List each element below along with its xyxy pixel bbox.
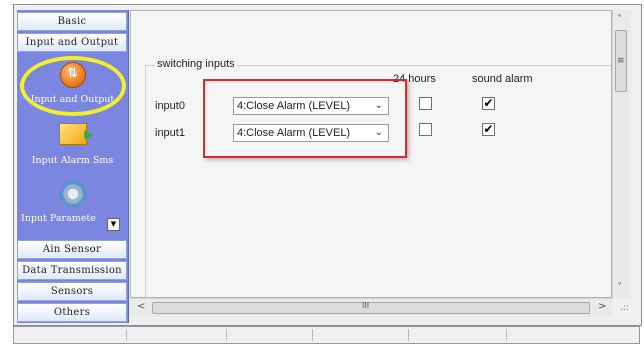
tab-input-and-output[interactable]: Input and Output	[17, 33, 127, 52]
tab-sensors[interactable]: Sensors	[17, 282, 127, 301]
status-divider	[312, 329, 313, 341]
scroll-up-icon[interactable]: ˄	[617, 14, 622, 25]
sidebar-item-label: Input Alarm Sms	[31, 155, 114, 166]
input1-24-hours-checkbox[interactable]	[419, 123, 432, 136]
highlight-ring-annotation	[20, 56, 126, 116]
input1-label: input1	[155, 127, 185, 139]
tab-data-transmission[interactable]: Data Transmission	[17, 261, 127, 280]
gear-icon	[59, 181, 86, 207]
scroll-thumb-grip-icon: ≡	[617, 56, 625, 66]
status-bar	[13, 326, 640, 344]
input1-sound-alarm-checkbox[interactable]: ✔	[482, 123, 495, 136]
horizontal-scroll-thumb[interactable]	[152, 302, 590, 314]
scroll-right-icon[interactable]: >	[598, 301, 606, 312]
input0-sound-alarm-checkbox[interactable]: ✔	[482, 97, 495, 110]
input0-label: input0	[155, 100, 185, 112]
tab-others[interactable]: Others	[17, 303, 127, 322]
status-divider	[506, 329, 507, 341]
column-header-sound-alarm: sound alarm	[472, 73, 533, 85]
status-divider	[126, 329, 127, 341]
status-divider	[408, 329, 409, 341]
status-divider	[226, 329, 227, 341]
sidebar-dropdown-button[interactable]: ▼	[107, 218, 120, 231]
tab-ain-sensor[interactable]: Ain Sensor	[17, 240, 127, 259]
resize-grip-icon[interactable]: .::	[620, 303, 629, 313]
scroll-down-icon[interactable]: ˅	[617, 282, 622, 293]
red-highlight-annotation	[203, 79, 407, 158]
sidebar-item-input-alarm-sms[interactable]: Input Alarm Sms	[17, 123, 128, 166]
envelope-icon	[58, 123, 93, 145]
tab-basic[interactable]: Basic	[17, 12, 127, 31]
input0-24-hours-checkbox[interactable]	[419, 97, 432, 110]
scroll-thumb-grip-icon: III	[362, 301, 370, 310]
scroll-left-icon[interactable]: <	[137, 301, 145, 312]
group-title: switching inputs	[155, 58, 237, 70]
